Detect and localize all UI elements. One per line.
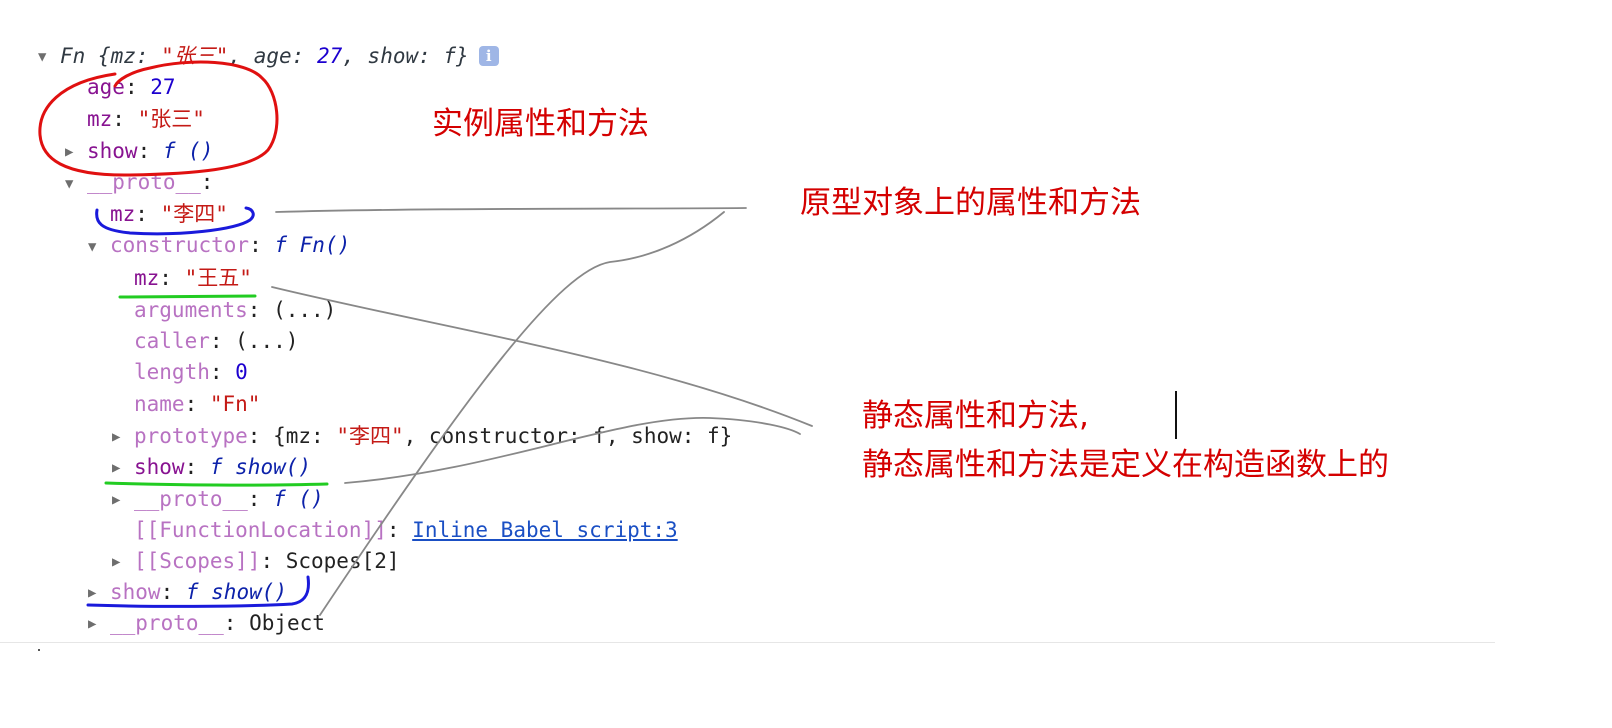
connector-static-mz <box>271 286 813 427</box>
property-arguments[interactable]: arguments: (...) <box>134 296 336 324</box>
text-cursor <box>1175 391 1177 439</box>
proto-property-mz: mz: "李四" <box>110 202 228 226</box>
expand-triangle-icon[interactable]: ▶ <box>112 548 134 576</box>
property-scopes[interactable]: ▶ [[Scopes]]: Scopes[2] <box>112 547 400 576</box>
property-age: age: 27 <box>87 75 176 99</box>
annotation-static-line1: 静态属性和方法, <box>862 398 1089 434</box>
property-function-location[interactable]: [[FunctionLocation]]: Inline Babel scrip… <box>134 516 678 544</box>
static-property-show[interactable]: ▶ show: f show() <box>112 453 311 482</box>
expand-triangle-icon[interactable]: ▼ <box>38 43 60 71</box>
static-property-mz: mz: "王五" <box>134 266 252 290</box>
expand-triangle-icon[interactable]: ▶ <box>112 423 134 451</box>
property-caller[interactable]: caller: (...) <box>134 327 298 355</box>
expand-triangle-icon[interactable]: ▶ <box>112 486 134 514</box>
info-icon[interactable]: i <box>478 46 499 66</box>
expand-triangle-icon[interactable]: ▶ <box>112 454 134 482</box>
annotation-static-line2: 静态属性和方法是定义在构造函数上的 <box>862 447 1389 483</box>
expand-triangle-icon[interactable]: ▶ <box>88 610 110 638</box>
collapse-triangle-icon[interactable]: ▼ <box>88 233 110 261</box>
property-mz: mz: "张三" <box>87 107 205 131</box>
property-length: length: 0 <box>134 360 248 384</box>
property-prototype[interactable]: ▶ prototype: {mz: "李四", constructor: f, s… <box>112 422 732 451</box>
tree-root[interactable]: ▼ Fn {mz: "张三", age: 27, show: f} i <box>38 42 499 71</box>
property-proto[interactable]: ▼ __proto__: <box>65 168 213 197</box>
proto-proto[interactable]: ▶ __proto__: Object <box>88 609 325 638</box>
constructor-proto[interactable]: ▶ __proto__: f () <box>112 485 324 514</box>
annotation-prototype: 原型对象上的属性和方法 <box>800 185 1141 221</box>
babel-script-link[interactable]: Inline Babel script:3 <box>412 518 678 542</box>
expand-triangle-icon[interactable]: ▶ <box>88 579 110 607</box>
root-summary: Fn {mz: "张三", age: 27, show: f} <box>60 44 469 68</box>
annotation-instance: 实例属性和方法 <box>432 106 649 142</box>
proto-property-constructor[interactable]: ▼ constructor: f Fn() <box>88 231 350 260</box>
proto-property-show[interactable]: ▶ show: f show() <box>88 578 287 607</box>
stray-dot <box>38 649 40 651</box>
property-show[interactable]: ▶ show: f () <box>65 137 213 166</box>
property-name: name: "Fn" <box>134 392 261 416</box>
expand-triangle-icon[interactable]: ▶ <box>65 138 87 166</box>
console-divider <box>0 642 1495 643</box>
connector-proto-mz <box>275 207 747 213</box>
collapse-triangle-icon[interactable]: ▼ <box>65 170 87 198</box>
